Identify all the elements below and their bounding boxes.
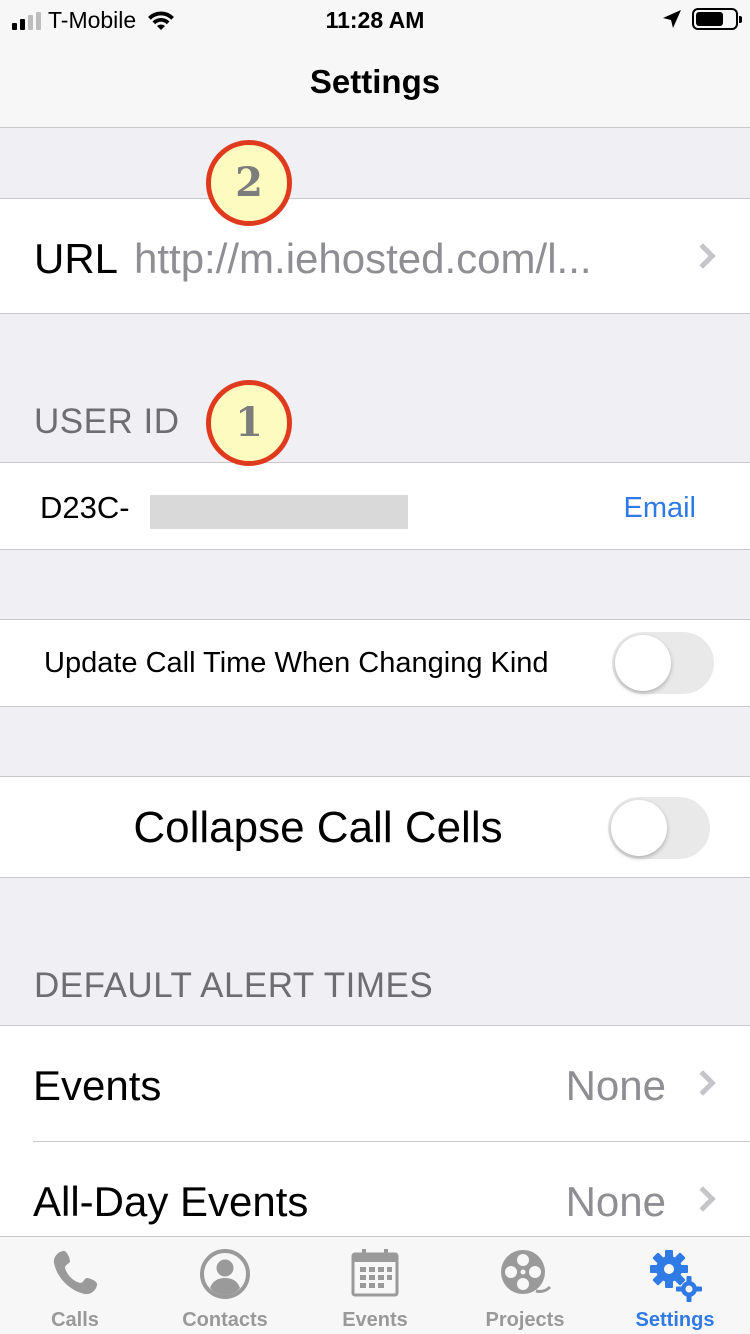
email-button[interactable]: Email	[623, 492, 696, 525]
tab-contacts[interactable]: Contacts	[150, 1237, 300, 1334]
url-row[interactable]: URL http://m.iehosted.com/l...	[0, 198, 750, 314]
chevron-right-icon	[690, 1070, 716, 1096]
annotation-badge-2: 2	[206, 140, 292, 226]
gears-icon	[650, 1250, 702, 1302]
update-call-time-label: Update Call Time When Changing Kind	[44, 647, 549, 679]
tab-label: Calls	[51, 1309, 99, 1331]
tab-calls[interactable]: Calls	[0, 1237, 150, 1334]
navigation-bar: Settings	[0, 40, 750, 128]
alert-row-value: None	[565, 1178, 666, 1225]
tab-settings[interactable]: Settings	[600, 1237, 750, 1334]
location-arrow-icon	[663, 10, 681, 28]
collapse-call-cells-toggle[interactable]	[608, 797, 710, 859]
user-id-row: D23C- Email	[0, 462, 750, 550]
alert-row-label: Events	[33, 1062, 162, 1109]
chevron-right-icon	[690, 243, 716, 269]
toggle-knob	[615, 635, 671, 691]
page-title: Settings	[309, 63, 441, 100]
alert-row-value: None	[565, 1062, 666, 1109]
tab-label: Events	[342, 1309, 408, 1331]
update-call-time-row: Update Call Time When Changing Kind	[0, 619, 750, 707]
url-value: http://m.iehosted.com/l...	[134, 235, 592, 282]
annotation-badge-1: 1	[206, 380, 292, 466]
collapse-call-cells-row: Collapse Call Cells	[0, 776, 750, 878]
status-bar: T-Mobile 11:28 AM	[0, 0, 750, 40]
default-alert-times-header: DEFAULT ALERT TIMES	[34, 966, 434, 1005]
redaction-box	[150, 495, 408, 529]
chevron-right-icon	[690, 1186, 716, 1212]
user-id-header: USER ID	[34, 402, 180, 441]
phone-icon	[53, 1250, 98, 1295]
status-time: 11:28 AM	[325, 7, 425, 33]
user-id-value: D23C-	[40, 490, 130, 525]
tab-events[interactable]: Events	[300, 1237, 450, 1334]
battery-icon	[692, 8, 742, 30]
contact-icon	[200, 1249, 250, 1299]
url-label: URL	[34, 235, 119, 282]
alerts-group: Events None All-Day Events None	[0, 1025, 750, 1257]
toggle-knob	[611, 800, 667, 856]
tab-bar: Calls Contacts Events Projects Settings	[0, 1236, 750, 1334]
tab-projects[interactable]: Projects	[450, 1237, 600, 1334]
calendar-icon	[351, 1249, 399, 1297]
film-reel-icon	[501, 1250, 552, 1294]
alert-row-label: All-Day Events	[33, 1178, 309, 1225]
tab-label: Projects	[485, 1309, 565, 1331]
alert-row-events[interactable]: Events None	[0, 1026, 750, 1142]
tab-label: Contacts	[182, 1309, 268, 1331]
collapse-call-cells-label: Collapse Call Cells	[133, 803, 503, 852]
update-call-time-toggle[interactable]	[612, 632, 714, 694]
tab-label: Settings	[635, 1309, 715, 1331]
